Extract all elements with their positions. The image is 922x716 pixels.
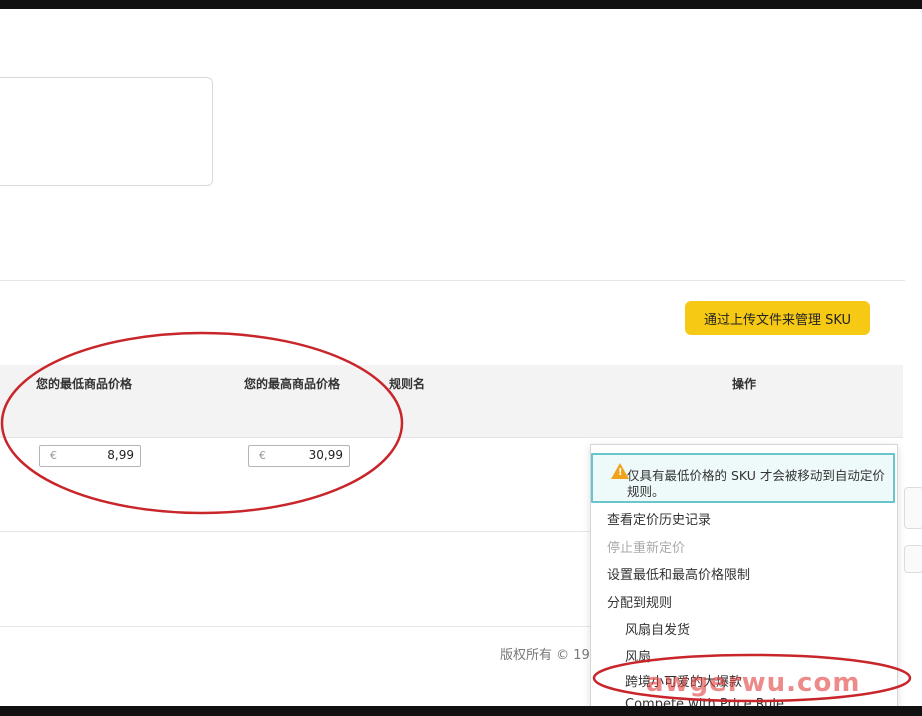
menu-item-stop-repricing: 停止重新定价 — [607, 541, 686, 556]
min-price-input[interactable]: € 8,99 — [39, 445, 141, 467]
column-header-rule-name: 规则名 — [389, 377, 426, 391]
column-header-max-price: 您的最高商品价格 — [244, 377, 341, 391]
section-divider — [0, 280, 905, 281]
side-scroll-handle[interactable] — [904, 545, 922, 573]
column-header-min-price: 您的最低商品价格 — [36, 377, 133, 391]
side-scroll-handle[interactable] — [904, 487, 922, 529]
row-divider — [0, 531, 600, 532]
currency-symbol: € — [50, 449, 57, 462]
menu-item-set-price-limits[interactable]: 设置最低和最高价格限制 — [607, 564, 750, 583]
row-divider — [0, 626, 600, 627]
table-header: 您的最低商品价格 您的最高商品价格 规则名 操作 — [0, 365, 903, 438]
currency-symbol: € — [259, 449, 266, 462]
notice-text: 仅具有最低价格的 SKU 才会被移动到自动定价规则。 — [627, 468, 885, 499]
menu-item-rule-fan[interactable]: 风扇 — [625, 646, 651, 665]
menu-item-assign-to-rule[interactable]: 分配到规则 — [607, 592, 672, 611]
min-price-value: 8,99 — [107, 448, 134, 462]
max-price-input[interactable]: € 30,99 — [248, 445, 350, 467]
upload-sku-file-button[interactable]: 通过上传文件来管理 SKU — [685, 301, 870, 335]
max-price-value: 30,99 — [308, 448, 343, 462]
pricing-rule-notice: ! 仅具有最低价格的 SKU 才会被移动到自动定价规则。 — [591, 453, 895, 503]
text-input-box[interactable] — [0, 77, 213, 186]
copyright-footer: 版权所有 © 19 — [500, 648, 590, 663]
bottom-edge-bar — [0, 706, 922, 716]
site-watermark: awgerwu.com — [646, 668, 861, 698]
warning-icon-mark: ! — [618, 467, 623, 478]
column-header-actions: 操作 — [732, 377, 757, 391]
menu-item-rule-fan-self-ship[interactable]: 风扇自发货 — [625, 619, 690, 638]
menu-item-view-price-history[interactable]: 查看定价历史记录 — [607, 509, 711, 528]
top-edge-bar — [0, 0, 922, 9]
